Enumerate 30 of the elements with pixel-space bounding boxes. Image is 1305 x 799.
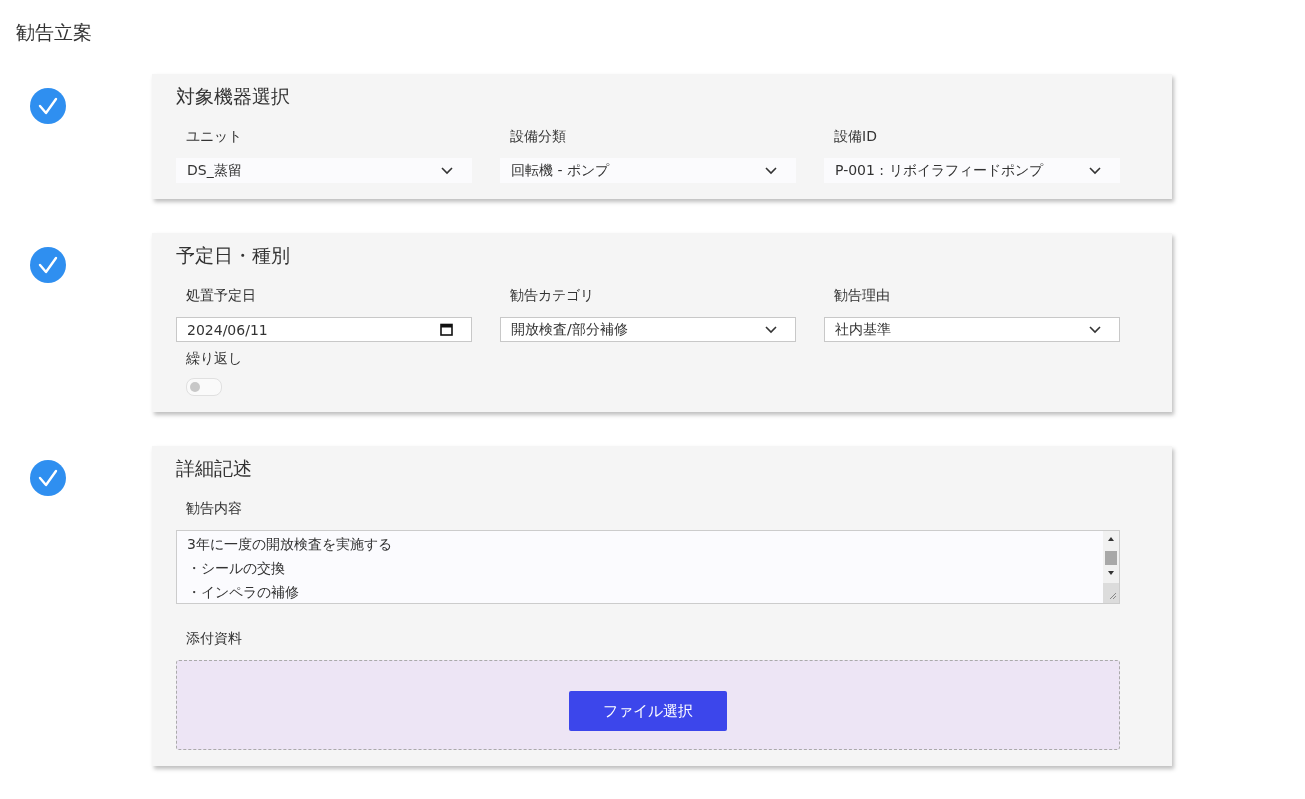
toggle-switch[interactable] [186, 378, 222, 396]
section-title: 対象機器選択 [176, 84, 291, 109]
section-title: 詳細記述 [176, 456, 253, 481]
chevron-down-icon [765, 325, 777, 334]
field-label: 勧告内容 [185, 500, 243, 518]
section-title: 予定日・種別 [176, 243, 291, 268]
date-field[interactable]: 2024/06/11 [176, 317, 472, 342]
chevron-down-icon [765, 166, 777, 175]
page-title: 勧告立案 [16, 20, 93, 45]
select-field[interactable]: 社内基準 [824, 317, 1120, 342]
scrollbar-drawing [1103, 531, 1119, 603]
file-select-button[interactable]: ファイル選択 [569, 691, 727, 731]
field-label: 勧告理由 [833, 287, 891, 305]
field-label: 添付資料 [185, 630, 243, 648]
field-label: 設備ID [833, 128, 878, 146]
field-label: ユニット [185, 128, 243, 146]
calendar-icon [440, 323, 453, 336]
select-field[interactable]: 回転機 - ポンプ [500, 158, 796, 183]
text-area[interactable]: 3年に一度の開放検査を実施する ・シールの交換 ・インペラの補修 [176, 530, 1120, 604]
chevron-down-icon [1089, 325, 1101, 334]
select-field[interactable]: DS_蒸留 [176, 158, 472, 183]
field-label: 繰り返し [185, 350, 243, 368]
chevron-down-icon [1089, 166, 1101, 175]
select-field[interactable]: 開放検査/部分補修 [500, 317, 796, 342]
field-label: 処置予定日 [185, 287, 257, 305]
field-label: 設備分類 [509, 128, 567, 146]
chevron-down-icon [441, 166, 453, 175]
file-drop-zone[interactable]: ファイル選択 [176, 660, 1120, 750]
select-field[interactable]: P-001 : リボイラフィードポンプ [824, 158, 1120, 183]
field-label: 勧告カテゴリ [509, 287, 595, 305]
